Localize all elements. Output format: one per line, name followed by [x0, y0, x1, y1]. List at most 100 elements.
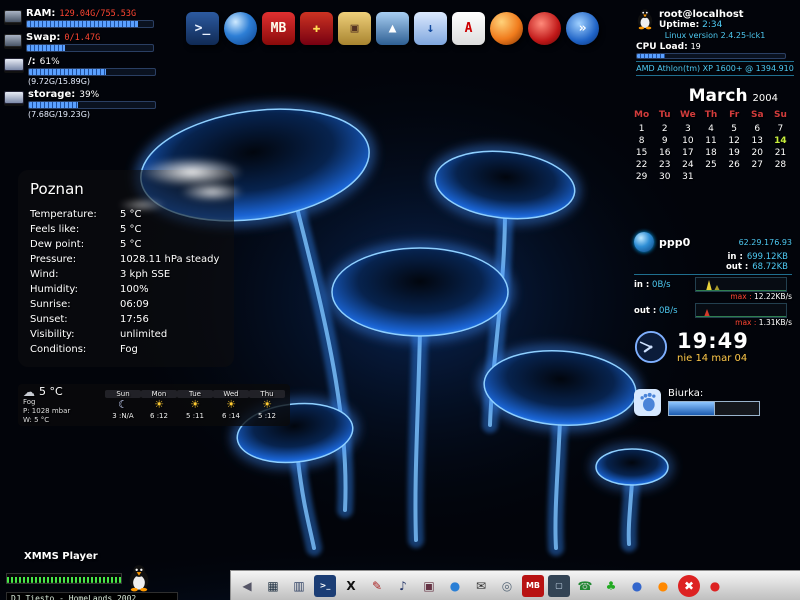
blue-orb-icon[interactable]: ●: [626, 575, 648, 597]
weather-label: Wind:: [30, 267, 120, 282]
xmms-track-title[interactable]: DJ Tiesto - HomeLands 2002: [6, 592, 178, 600]
calendar-widget: March2004 MoTuWeThFrSaSu 123456789101112…: [630, 86, 792, 182]
media-note-icon[interactable]: ♪: [392, 575, 414, 597]
monitor-icon[interactable]: ▢: [548, 575, 570, 597]
forecast-day-name: Tue: [177, 390, 213, 398]
system-info-widget: root@localhost Uptime: 2:34 Linux versio…: [636, 8, 794, 78]
xmms-title: XMMS Player: [24, 551, 232, 562]
weather-label: Feels like:: [30, 222, 120, 237]
ram-bar: [26, 20, 154, 28]
phone-icon[interactable]: ☎: [574, 575, 596, 597]
forecast-day-temp: 6 :14: [213, 412, 249, 420]
weather-panel: Poznan Temperature: 5 °C Feels like: 5 °…: [18, 170, 234, 367]
editor-pen-icon[interactable]: ✎: [366, 575, 388, 597]
forecast-day-temp: 6 :12: [141, 412, 177, 420]
calendar-day: 26: [723, 160, 746, 170]
terminal-icon[interactable]: >_: [314, 575, 336, 597]
desktop: RAM: 129.04G/755.53G Swap: 0/1.47G /:: [0, 0, 800, 600]
calendar-day: 12: [723, 136, 746, 146]
out-total-value: 68.72KB: [752, 262, 788, 272]
hide-panel-arrow-icon[interactable]: ◀: [236, 575, 258, 597]
swap-value: 0/1.47G: [64, 33, 100, 43]
firefox-icon[interactable]: [490, 12, 523, 45]
forecast-day: Mon ☀ 6 :12: [141, 390, 177, 419]
xmms-player-window[interactable]: XMMS Player DJ Tiesto - HomeLands 2002: [6, 551, 232, 600]
calendar-day: 23: [653, 160, 676, 170]
cpu-load-bar: [636, 53, 786, 59]
weather-row: Dew point: 5 °C: [30, 237, 222, 252]
cd-icon[interactable]: ◎: [496, 575, 518, 597]
weather-label: Dew point:: [30, 237, 120, 252]
analog-clock-icon: [634, 330, 668, 364]
calendar-title: March2004: [630, 86, 792, 106]
divider: [634, 274, 792, 275]
mail-icon[interactable]: ✉: [470, 575, 492, 597]
weather-value: Fog: [120, 342, 138, 357]
weather-row: Visibility: unlimited: [30, 327, 222, 342]
weather-value: 5 °C: [120, 237, 142, 252]
calendar-month: March: [689, 86, 748, 106]
pager-desktop-1[interactable]: [669, 402, 714, 415]
blue-arrows-icon[interactable]: ↓: [414, 12, 447, 45]
calendar-day: 11: [699, 136, 722, 146]
calendar-day: 31: [676, 172, 699, 182]
weather-label: Pressure:: [30, 252, 120, 267]
forecast-strip: ☁ 5 °C Fog P: 1028 mbar W: 5 °C Sun ☾ 3 …: [18, 384, 290, 426]
red-lips-icon[interactable]: [528, 12, 561, 45]
red-tools-icon[interactable]: ✚: [300, 12, 333, 45]
cpu-load-value: 19: [691, 42, 701, 51]
logout-icon[interactable]: ✖: [678, 575, 700, 597]
calendar-day: 17: [676, 148, 699, 158]
forecast-days: Sun ☾ 3 :N/A Mon ☀ 6 :12 Tue ☀ 5 :11 Wed…: [105, 390, 285, 419]
film-icon[interactable]: ▣: [418, 575, 440, 597]
weather-city: Poznan: [30, 180, 222, 198]
calendar-weekday: Tu: [653, 110, 676, 120]
show-desktop-icon[interactable]: ▦: [262, 575, 284, 597]
calendar-day: 10: [676, 136, 699, 146]
calendar-day: 16: [653, 148, 676, 158]
red-orb-icon[interactable]: ●: [704, 575, 726, 597]
calendar-weekday: Th: [699, 110, 722, 120]
weather-label: Sunrise:: [30, 297, 120, 312]
calendar-day: 13: [746, 136, 769, 146]
uptime-label: Uptime:: [659, 20, 699, 30]
pager-grid-icon[interactable]: ▥: [288, 575, 310, 597]
orange-orb-icon[interactable]: ●: [652, 575, 674, 597]
calendar-day: 22: [630, 160, 653, 170]
xorg-icon[interactable]: X: [340, 575, 362, 597]
in-rate-value: 0B/s: [652, 280, 671, 290]
globe-icon[interactable]: ●: [444, 575, 466, 597]
forecast-wind: W: 5 °C: [23, 416, 102, 425]
out-rate-label: out :: [634, 306, 656, 316]
date-text: nie 14 mar 04: [677, 353, 749, 364]
forecast-day: Thu ☀ 5 :12: [249, 390, 285, 419]
terminal-icon[interactable]: >_: [186, 12, 219, 45]
forecast-day-name: Sun: [105, 390, 141, 398]
calendar-day: 6: [746, 124, 769, 134]
forecast-day-temp: 5 :11: [177, 412, 213, 420]
weather-value: 5 °C: [120, 222, 142, 237]
calendar-day: 4: [699, 124, 722, 134]
weather-value: 100%: [120, 282, 149, 297]
aqua-orb-icon[interactable]: [224, 12, 257, 45]
weather-row: Feels like: 5 °C: [30, 222, 222, 237]
weather-condition-icon: ☀: [213, 399, 249, 411]
mb-red-icon[interactable]: MB: [522, 575, 544, 597]
root-fs-label: /:: [28, 56, 36, 67]
clover-icon[interactable]: ♣: [600, 575, 622, 597]
storage-detail: (7.68G/19.23G): [28, 110, 160, 119]
weather-row: Conditions: Fog: [30, 342, 222, 357]
photo-viewer-icon[interactable]: ▲: [376, 12, 409, 45]
acrobat-icon[interactable]: A: [452, 12, 485, 45]
pager-desktop-2[interactable]: [714, 402, 759, 415]
image-folder-icon[interactable]: ▣: [338, 12, 371, 45]
user-host: root@localhost: [659, 9, 744, 20]
weather-value: 3 kph SSE: [120, 267, 170, 282]
ram-chip-icon: [4, 10, 22, 23]
bluefish-icon[interactable]: »: [566, 12, 599, 45]
calendar-day: 19: [723, 148, 746, 158]
weather-condition-icon: ☀: [141, 399, 177, 411]
weather-label: Temperature:: [30, 207, 120, 222]
forecast-temp: 5 °C: [39, 385, 63, 398]
mb-red-icon[interactable]: MB: [262, 12, 295, 45]
